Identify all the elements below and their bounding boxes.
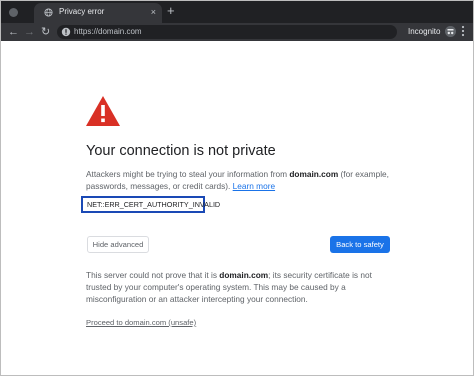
description-text: Attackers might be trying to steal your … <box>86 168 396 192</box>
description-part: Attackers might be trying to steal your … <box>86 169 290 179</box>
tab-close-icon[interactable]: × <box>151 6 156 18</box>
not-secure-icon[interactable] <box>61 27 71 37</box>
page-title: Your connection is not private <box>86 143 276 159</box>
reload-button[interactable]: ↻ <box>41 26 50 38</box>
globe-icon <box>44 8 53 17</box>
kebab-menu-icon <box>461 25 465 37</box>
close-window-button[interactable] <box>9 8 18 17</box>
browser-window: Privacy error × + ← → ↻ https://domain.c… <box>0 0 474 376</box>
tab-title: Privacy error <box>59 7 105 16</box>
advanced-domain: domain.com <box>219 270 269 280</box>
warning-icon <box>86 96 120 126</box>
menu-icon[interactable] <box>461 25 465 37</box>
description-domain: domain.com <box>289 169 339 179</box>
back-to-safety-button[interactable]: Back to safety <box>330 236 390 253</box>
learn-more-link[interactable]: Learn more <box>233 181 275 191</box>
interstitial-page: Your connection is not private Attackers… <box>1 41 473 375</box>
browser-toolbar: ← → ↻ https://domain.com Incognito <box>1 23 473 41</box>
address-bar[interactable]: https://domain.com <box>57 25 397 39</box>
forward-button[interactable]: → <box>24 26 35 38</box>
new-tab-button[interactable]: + <box>167 4 175 18</box>
advanced-part: This server could not prove that it is <box>86 270 220 280</box>
advanced-details-text: This server could not prove that it is d… <box>86 269 394 305</box>
tab-strip: Privacy error × + <box>1 1 473 23</box>
incognito-icon[interactable] <box>445 26 456 37</box>
incognito-label: Incognito <box>408 27 441 36</box>
hide-advanced-button[interactable]: Hide advanced <box>87 236 149 253</box>
proceed-unsafe-link[interactable]: Proceed to domain.com (unsafe) <box>86 318 196 327</box>
url-text[interactable]: https://domain.com <box>74 27 142 36</box>
back-button[interactable]: ← <box>8 26 19 38</box>
tab-privacy-error[interactable]: Privacy error × <box>34 3 162 23</box>
error-code[interactable]: NET::ERR_CERT_AUTHORITY_INVALID <box>81 196 220 213</box>
